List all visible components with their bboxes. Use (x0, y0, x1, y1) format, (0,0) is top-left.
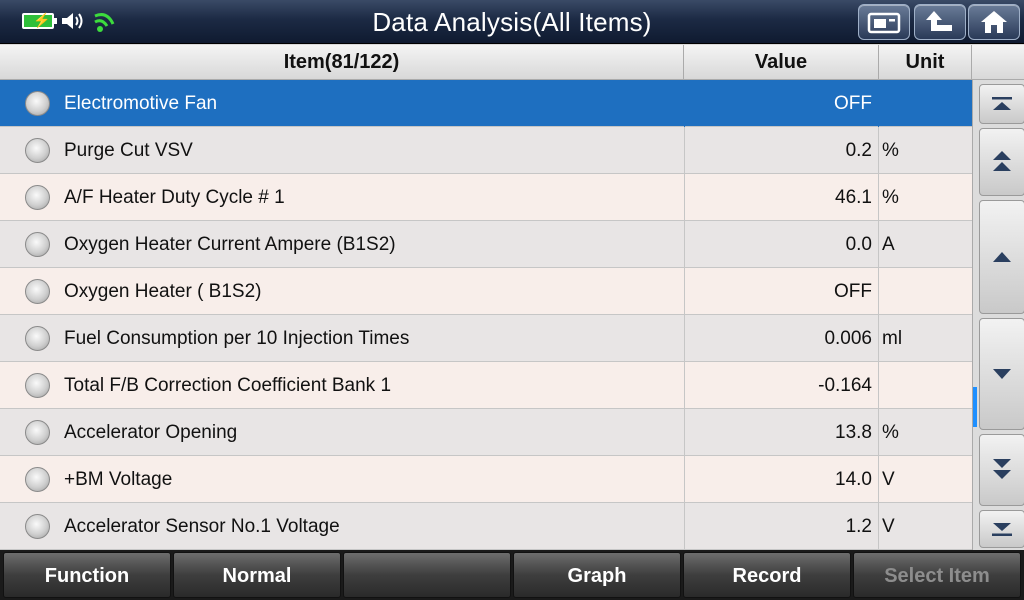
item-name: Total F/B Correction Coefficient Bank 1 (64, 375, 392, 396)
item-name: Fuel Consumption per 10 Injection Times (64, 328, 410, 349)
item-value: -0.164 (684, 362, 879, 409)
chevron-down-icon (993, 369, 1011, 379)
page-down-button[interactable] (979, 434, 1024, 506)
table-row[interactable]: Accelerator Sensor No.1 Voltage 1.2 V (0, 503, 972, 550)
back-button[interactable] (914, 4, 966, 40)
item-unit: A (882, 234, 895, 255)
item-unit: % (882, 140, 899, 161)
item-value: 0.2 (684, 127, 879, 174)
screenshot-icon (867, 12, 901, 34)
item-value: 1.2 (684, 503, 879, 550)
item-name: Accelerator Opening (64, 422, 238, 443)
item-name: Accelerator Sensor No.1 Voltage (64, 516, 340, 537)
row-radio[interactable] (25, 185, 50, 210)
function-button[interactable]: Function (3, 552, 171, 598)
row-radio[interactable] (25, 420, 50, 445)
item-value: 14.0 (684, 456, 879, 503)
home-icon (981, 11, 1007, 33)
chevron-up-icon (993, 252, 1011, 262)
row-radio[interactable] (25, 138, 50, 163)
table-row[interactable]: Purge Cut VSV 0.2 % (0, 127, 972, 174)
bottom-toolbar: Function Normal Graph Record Select Item (0, 550, 1024, 600)
item-unit: ml (882, 328, 903, 349)
scroll-bottom-button[interactable] (979, 510, 1024, 548)
data-list: Electromotive Fan OFF Purge Cut VSV 0.2 … (0, 80, 972, 550)
scroll-thumb[interactable] (973, 387, 977, 427)
graph-button[interactable]: Graph (513, 552, 681, 598)
item-value: 0.0 (684, 221, 879, 268)
table-row[interactable]: Fuel Consumption per 10 Injection Times … (0, 315, 972, 362)
row-radio[interactable] (25, 326, 50, 351)
item-name: A/F Heater Duty Cycle # 1 (64, 187, 285, 208)
row-radio[interactable] (25, 467, 50, 492)
table-row[interactable]: Oxygen Heater Current Ampere (B1S2) 0.0 … (0, 221, 972, 268)
table-row[interactable]: Accelerator Opening 13.8 % (0, 409, 972, 456)
double-chevron-up-icon (993, 151, 1011, 171)
row-radio[interactable] (25, 91, 50, 116)
item-value: OFF (684, 268, 879, 315)
row-radio[interactable] (25, 279, 50, 304)
back-up-icon (926, 11, 952, 31)
scroll-down-button[interactable] (979, 318, 1024, 430)
scroll-top-button[interactable] (979, 84, 1024, 124)
item-unit: V (882, 469, 895, 490)
scroll-up-button[interactable] (979, 200, 1024, 314)
record-button[interactable]: Record (683, 552, 851, 598)
row-radio[interactable] (25, 232, 50, 257)
item-value: 46.1 (684, 174, 879, 221)
item-value: 13.8 (684, 409, 879, 456)
column-header-item[interactable]: Item(81/122) (0, 45, 684, 80)
table-row[interactable]: Electromotive Fan OFF (0, 80, 972, 127)
table-row[interactable]: Oxygen Heater ( B1S2) OFF (0, 268, 972, 315)
item-value: OFF (684, 80, 879, 127)
item-name: Purge Cut VSV (64, 140, 193, 161)
table-header: Item(81/122) Value Unit (0, 45, 1024, 80)
item-name: +BM Voltage (64, 469, 173, 490)
normal-button[interactable]: Normal (173, 552, 341, 598)
page-up-button[interactable] (979, 128, 1024, 196)
table-row[interactable]: +BM Voltage 14.0 V (0, 456, 972, 503)
scroll-controls (972, 80, 1024, 550)
item-value: 0.006 (684, 315, 879, 362)
item-unit: V (882, 516, 895, 537)
item-name: Electromotive Fan (64, 93, 218, 114)
column-header-value[interactable]: Value (684, 45, 879, 80)
scroll-to-bottom-icon (992, 523, 1012, 536)
item-unit: % (882, 187, 899, 208)
scroll-to-top-icon (992, 97, 1012, 110)
select-item-button[interactable]: Select Item (853, 552, 1021, 598)
screenshot-button[interactable] (858, 4, 910, 40)
item-name: Oxygen Heater ( B1S2) (64, 281, 262, 302)
item-name: Oxygen Heater Current Ampere (B1S2) (64, 234, 396, 255)
blank-button[interactable] (343, 552, 511, 598)
double-chevron-down-icon (993, 459, 1011, 479)
table-row[interactable]: Total F/B Correction Coefficient Bank 1 … (0, 362, 972, 409)
table-row[interactable]: A/F Heater Duty Cycle # 1 46.1 % (0, 174, 972, 221)
row-radio[interactable] (25, 373, 50, 398)
title-bar: ⚡ Data Analysis(All Items) (0, 0, 1024, 44)
row-radio[interactable] (25, 514, 50, 539)
home-button[interactable] (968, 4, 1020, 40)
column-header-unit[interactable]: Unit (879, 45, 972, 80)
item-unit: % (882, 422, 899, 443)
